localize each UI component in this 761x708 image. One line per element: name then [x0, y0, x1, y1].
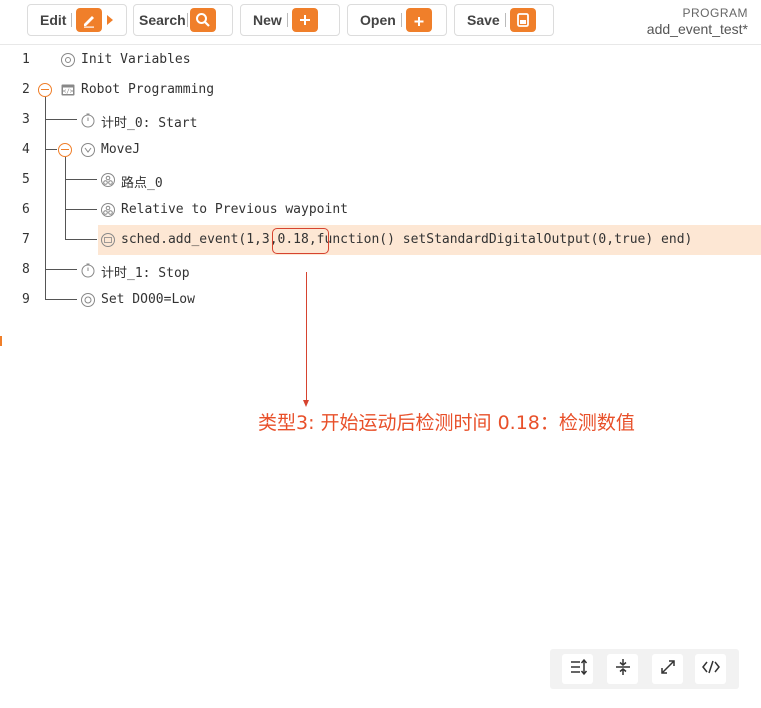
- node-label: Relative to Previous waypoint: [121, 202, 348, 217]
- node-label: sched.add_event(1,3,0.18,function() setS…: [121, 232, 693, 247]
- svg-text:</>: </>: [63, 88, 74, 95]
- program-tree: 1 Init Variables 2 </> Robot Programming…: [0, 45, 761, 345]
- node-label: Init Variables: [81, 52, 191, 67]
- scroll-marker: [0, 336, 2, 346]
- tree-row[interactable]: 5 路点_0: [0, 165, 761, 195]
- node-label: Set DO00=Low: [101, 292, 195, 307]
- save-button[interactable]: Save: [454, 4, 554, 36]
- node-label: 计时_0: Start: [101, 116, 198, 131]
- collapse-toggle-icon[interactable]: [38, 83, 52, 97]
- new-button-separator: [286, 13, 288, 27]
- waypoint-icon: [100, 172, 116, 188]
- code-view-button[interactable]: [695, 654, 726, 684]
- node-label: Robot Programming: [81, 82, 215, 97]
- program-info: PROGRAM add_event_test*: [647, 6, 748, 37]
- open-button[interactable]: Open: [347, 4, 447, 36]
- tree-row[interactable]: 2 </> Robot Programming: [0, 75, 761, 105]
- edit-button-label: Edit: [40, 12, 67, 28]
- pencil-icon: [76, 8, 103, 32]
- tree-row-selected[interactable]: 7 sched.add_event(1,3,0.18,function() se…: [0, 225, 761, 255]
- collapse-all-button[interactable]: [607, 654, 638, 684]
- script-icon: [100, 232, 116, 248]
- tree-row[interactable]: 6 Relative to Previous waypoint: [0, 195, 761, 225]
- save-button-separator: [504, 13, 506, 27]
- tree-row[interactable]: 8 计时_1: Stop: [0, 255, 761, 285]
- robot-program-icon: </>: [60, 82, 76, 98]
- open-button-label: Open: [360, 12, 396, 28]
- expand-button[interactable]: [652, 654, 683, 684]
- program-label: PROGRAM: [682, 6, 748, 20]
- node-label: 路点_0: [121, 176, 163, 191]
- line-number: 9: [22, 292, 30, 307]
- node-label: MoveJ: [101, 142, 141, 157]
- line-number: 4: [22, 142, 30, 157]
- sort-button[interactable]: [562, 654, 593, 684]
- search-button[interactable]: Search: [133, 4, 233, 36]
- edit-button[interactable]: Edit: [27, 4, 127, 36]
- node-label: 计时_1: Stop: [101, 266, 190, 281]
- timer-icon: [80, 112, 96, 128]
- line-number: 8: [22, 262, 30, 277]
- tree-row[interactable]: 9 Set DO00=Low: [0, 285, 761, 315]
- line-number: 7: [22, 232, 30, 247]
- line-number: 2: [22, 82, 30, 97]
- init-variables-icon: [60, 52, 76, 68]
- set-icon: [80, 292, 96, 308]
- search-icon: [189, 8, 216, 32]
- tree-row[interactable]: 1 Init Variables: [0, 45, 761, 75]
- line-number: 5: [22, 172, 30, 187]
- new-button-label: New: [253, 12, 282, 28]
- sort-icon: [568, 657, 588, 681]
- line-number: 6: [22, 202, 30, 217]
- search-button-separator: [186, 13, 188, 27]
- save-icon: [509, 8, 536, 32]
- program-name: add_event_test*: [646, 21, 748, 37]
- line-number: 1: [22, 52, 30, 67]
- timer-icon: [80, 262, 96, 278]
- expand-icon: [658, 657, 678, 681]
- annotation-text: 类型3: 开始运动后检测时间 0.18：检测数值: [258, 412, 635, 434]
- open-folder-icon: [405, 8, 432, 32]
- movej-icon: [80, 142, 96, 158]
- new-button[interactable]: New: [240, 4, 340, 36]
- search-button-label: Search: [139, 12, 186, 28]
- collapse-toggle-icon[interactable]: [58, 143, 72, 157]
- edit-button-separator: [71, 13, 73, 27]
- new-file-icon: [291, 8, 318, 32]
- code-icon: [701, 657, 721, 681]
- save-button-label: Save: [467, 12, 500, 28]
- collapse-all-icon: [613, 657, 633, 681]
- top-toolbar: Edit Search New Open Save PROGRAM add_ev…: [0, 0, 761, 44]
- annotation-arrowhead-icon: [303, 400, 309, 407]
- waypoint-icon: [100, 202, 116, 218]
- tree-row[interactable]: 4 MoveJ: [0, 135, 761, 165]
- tree-row[interactable]: 3 计时_0: Start: [0, 105, 761, 135]
- line-number: 3: [22, 112, 30, 127]
- open-button-separator: [400, 13, 402, 27]
- annotation-highlight-box: [272, 228, 329, 254]
- annotation-arrow-line: [306, 272, 307, 402]
- bottom-toolbar: [550, 649, 739, 689]
- dropdown-arrow-icon[interactable]: [107, 15, 114, 25]
